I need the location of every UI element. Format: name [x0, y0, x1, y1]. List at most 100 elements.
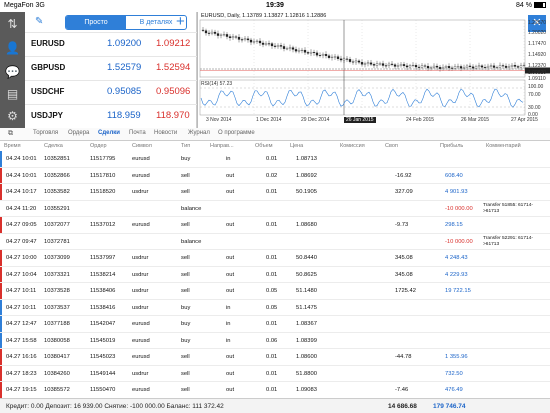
- cell-deal: 10355291: [44, 205, 70, 212]
- table-row[interactable]: 04.27 09:05 10372077 11537012 eurusd sell out…: [0, 217, 550, 234]
- candle-body: [291, 47, 295, 50]
- quote-symbol: EURUSD: [31, 39, 65, 48]
- candle-body: [408, 65, 412, 68]
- tab-6[interactable]: О программе: [218, 130, 255, 136]
- candle-body: [255, 40, 259, 42]
- quotes-icon[interactable]: ⇅: [4, 16, 21, 33]
- candle-body: [486, 65, 490, 69]
- candle-body: [483, 67, 487, 69]
- col-header[interactable]: Направ...: [210, 143, 234, 149]
- tab-1[interactable]: Ордера: [68, 130, 89, 136]
- table-row[interactable]: 04.27 16:16 10380417 11545023 eurusd sell out…: [0, 349, 550, 366]
- candle-body: [372, 64, 376, 66]
- quote-row[interactable]: USDJPY 118.959 118.970: [25, 104, 197, 127]
- table-row[interactable]: 04.27 18:23 10384260 11549144 usdrur sell out…: [0, 365, 550, 382]
- table-row[interactable]: 04.27 10:04 10373321 11538214 usdrur sell out…: [0, 266, 550, 283]
- cell-deal: 10380058: [44, 337, 70, 344]
- edit-icon[interactable]: ✎: [35, 16, 43, 27]
- price-chart[interactable]: EURUSD, Daily, 1.13789 1.13827 1.12816 1…: [197, 12, 550, 128]
- candle-body: [216, 33, 220, 36]
- settings-icon[interactable]: ⚙: [4, 108, 21, 125]
- cell-dir: out: [226, 189, 235, 195]
- table-row[interactable]: 04.27 10:11 10373537 11538416 usdrur buy in 0.…: [0, 299, 550, 316]
- quote-bid: 1.52579: [107, 62, 142, 73]
- table-row[interactable]: 04.27 09:47 10372781 balance -10 000.00 Tran…: [0, 234, 550, 250]
- tab-2[interactable]: Сделки: [98, 130, 120, 136]
- clock: 19:39: [266, 2, 284, 9]
- cell-dir: out: [226, 222, 235, 228]
- cell-order: 11538214: [90, 271, 116, 278]
- cell-order: 11538406: [90, 288, 116, 294]
- candle-body: [369, 62, 373, 65]
- copy-icon[interactable]: ⧉: [8, 130, 13, 138]
- tab-simple[interactable]: Просто: [66, 16, 126, 29]
- table-row[interactable]: 04.27 15:58 10380058 11545019 eurusd buy in 0.…: [0, 332, 550, 349]
- candle-body: [210, 31, 214, 34]
- cell-price: 1.08367: [296, 321, 317, 327]
- cell-price: 51.8800: [296, 370, 317, 377]
- candle-body: [366, 62, 370, 64]
- col-header[interactable]: Ордер: [90, 143, 107, 149]
- price-axis-label: 70.00: [528, 92, 541, 98]
- col-header[interactable]: Время: [4, 143, 21, 149]
- table-row[interactable]: 04.27 19:15 10385572 11550470 eurusd sell out…: [0, 382, 550, 399]
- tab-4[interactable]: Новости: [154, 130, 177, 136]
- quote-row[interactable]: EURUSD 1.09200 1.09212: [25, 32, 197, 55]
- col-header[interactable]: Комментарий: [486, 143, 521, 149]
- candle-body: [423, 65, 427, 67]
- candle-body: [426, 65, 430, 69]
- tab-5[interactable]: Журнал: [188, 130, 210, 136]
- tab-3[interactable]: Почта: [129, 130, 146, 136]
- chat-icon[interactable]: 💬: [4, 64, 21, 81]
- table-row[interactable]: 04.27 10:11 10373528 11538406 usdrur sell out…: [0, 283, 550, 300]
- candle-body: [348, 59, 352, 62]
- quote-row[interactable]: GBPUSD 1.52579 1.52594: [25, 56, 197, 79]
- quote-row[interactable]: USDCHF 0.95085 0.95096: [25, 80, 197, 103]
- candle-body: [309, 51, 313, 54]
- cell-profit: 608.40: [445, 172, 463, 179]
- col-header[interactable]: Сделка: [44, 143, 63, 149]
- candle-body: [381, 63, 385, 66]
- cell-type: sell: [181, 172, 190, 179]
- row-accent: [0, 316, 2, 332]
- candle-body: [438, 67, 442, 69]
- cell-dir: out: [226, 354, 235, 360]
- cell-profit: 4 901.93: [445, 189, 468, 195]
- document-icon[interactable]: ▤: [4, 86, 21, 103]
- table-row[interactable]: 04.24 10:01 10352866 11517810 eurusd sell out…: [0, 167, 550, 184]
- col-header[interactable]: Своп: [385, 143, 398, 149]
- table-row[interactable]: 04.24 10:01 10352851 11517795 eurusd buy in 0.…: [0, 151, 550, 168]
- candle-body: [234, 36, 238, 38]
- col-header[interactable]: Прибыль: [440, 143, 463, 149]
- candle-body: [435, 65, 439, 68]
- candle-body: [300, 49, 304, 51]
- cell-deal: 10373537: [44, 304, 70, 311]
- quote-bid: 118.959: [107, 110, 141, 121]
- quote-symbol: GBPUSD: [31, 63, 66, 72]
- cell-profit: -10 000.00: [445, 205, 473, 212]
- col-header[interactable]: Комиссия: [340, 143, 365, 149]
- accounts-icon[interactable]: 👤: [4, 40, 21, 57]
- cell-vol: 0.01: [266, 255, 278, 261]
- col-header[interactable]: Цена: [290, 143, 303, 149]
- table-row[interactable]: 04.24 11:20 10355291 balance -10 000.00 Tran…: [0, 201, 550, 217]
- add-symbol-icon[interactable]: +: [176, 14, 185, 29]
- cell-deal: 10372077: [44, 222, 70, 228]
- cell-vol: 0.01: [266, 189, 278, 195]
- cell-deal: 10373099: [44, 255, 70, 261]
- time-axis-label: 3 Nov 2014: [206, 117, 232, 123]
- chart-canvas[interactable]: [198, 12, 550, 128]
- table-row[interactable]: 04.27 10:00 10373099 11537997 usdrur sell out…: [0, 250, 550, 267]
- table-row[interactable]: 04.24 10:17 10353582 11518520 usdrur sell out…: [0, 184, 550, 201]
- candle-body: [318, 55, 322, 56]
- col-header[interactable]: Символ: [132, 143, 152, 149]
- cell-type: sell: [181, 222, 190, 228]
- candle-body: [252, 41, 256, 43]
- tab-0[interactable]: Торговля: [33, 130, 58, 136]
- table-row[interactable]: 04.27 12:47 10377188 11542047 eurusd buy in 0.…: [0, 316, 550, 333]
- col-header[interactable]: Тип: [181, 143, 190, 149]
- candle-body: [441, 67, 445, 69]
- cell-swap: 1725.42: [395, 288, 416, 294]
- col-header[interactable]: Объем: [255, 143, 273, 149]
- cell-symbol: usdrur: [132, 288, 149, 294]
